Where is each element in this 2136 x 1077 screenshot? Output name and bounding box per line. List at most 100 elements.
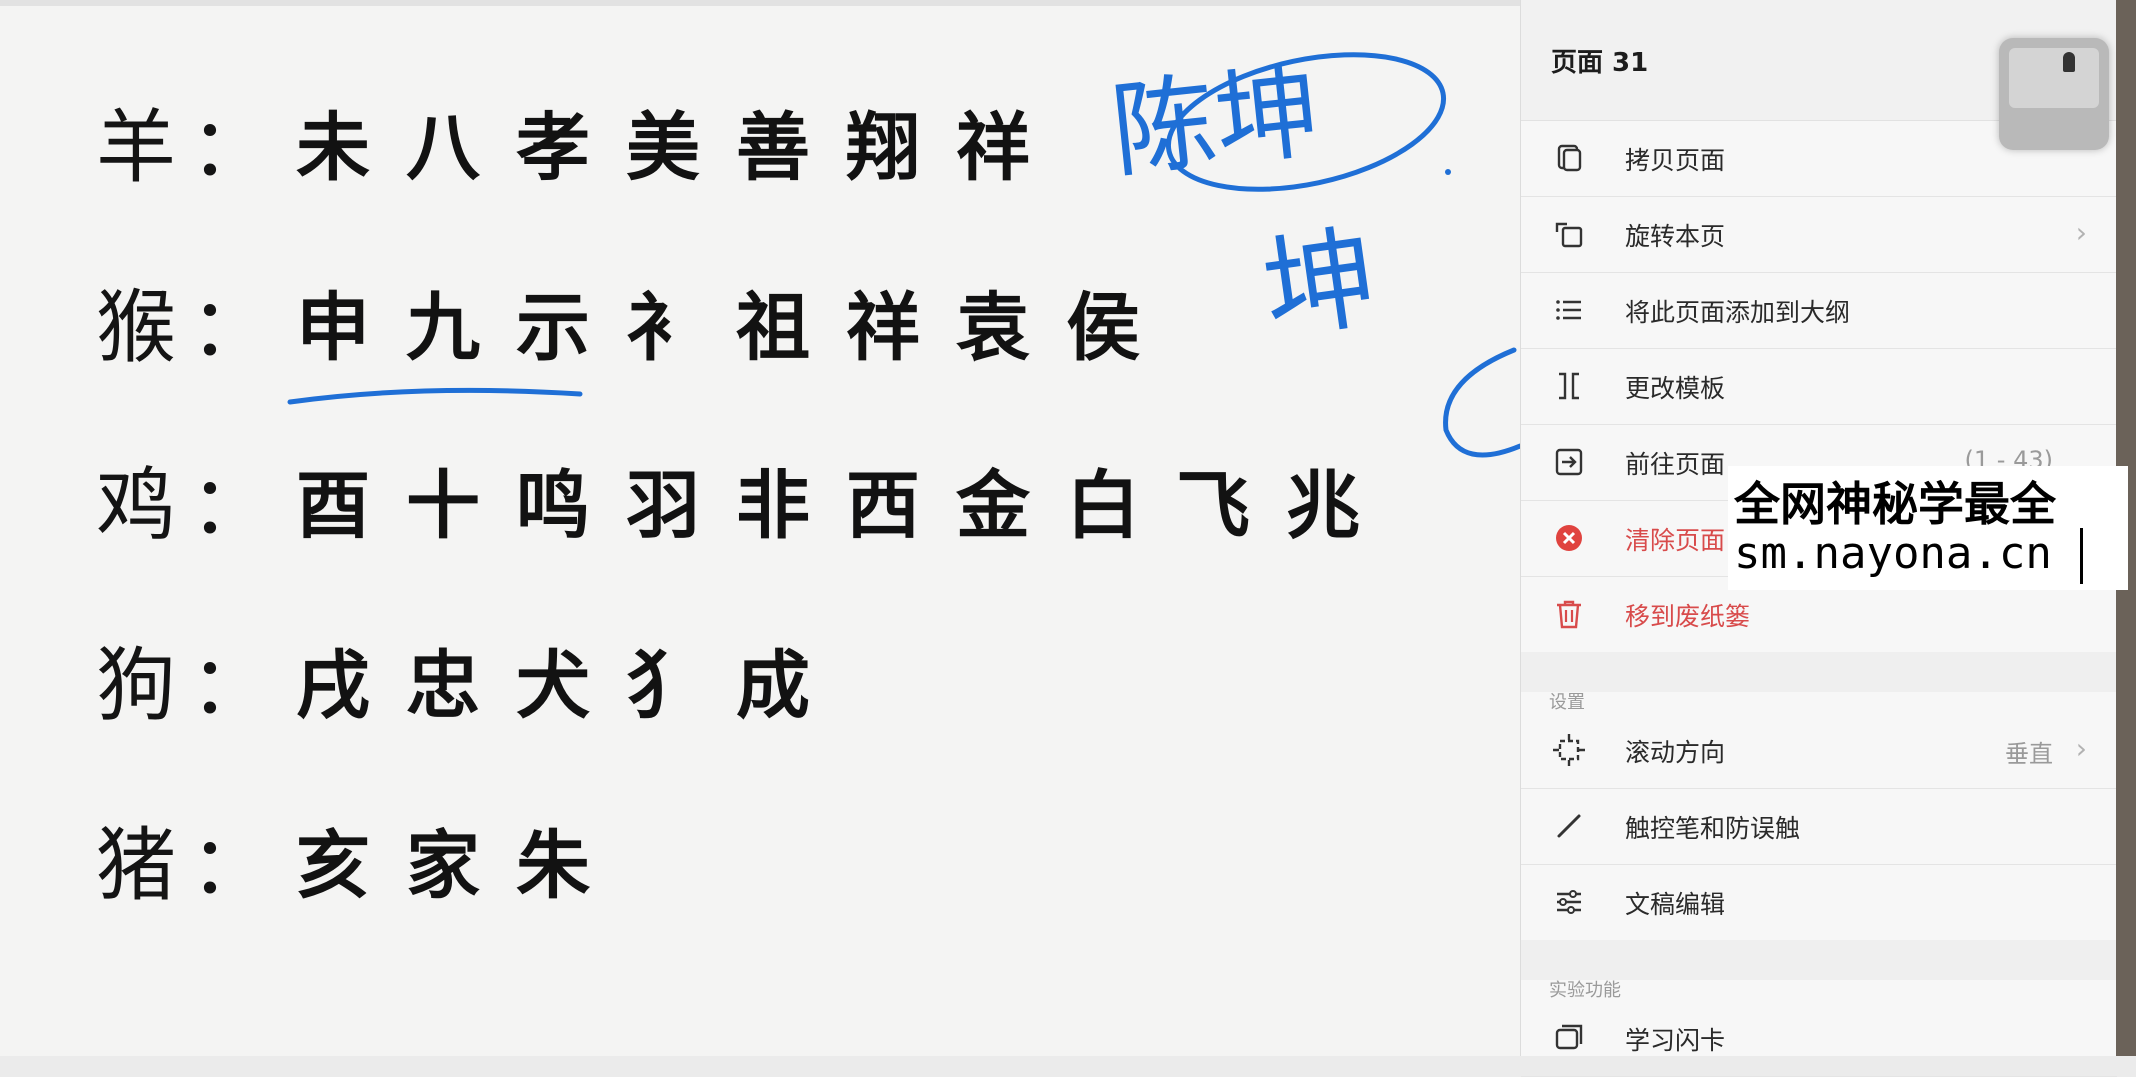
char-list: 未 八 孝 美 善 翔 祥 [296,98,1066,198]
char: 衤 [626,285,700,371]
menu-label: 旋转本页 [1625,222,1726,251]
menu-label: 更改模板 [1625,374,1726,403]
chevron-right-icon: › [2075,216,2087,249]
menu-label: 触控笔和防误触 [1625,814,1801,843]
char: 家 [406,823,480,909]
char: 成 [736,643,810,729]
colon: ： [190,819,270,912]
char: 翔 [846,105,920,191]
text-cursor [2080,528,2083,584]
ink-underline [287,387,583,405]
ink-name-line1: 陈坤 [1106,50,1326,193]
char: 金 [956,463,1030,549]
panel-header: 页面 31 [1521,0,2117,150]
trash-icon [1557,600,1581,629]
experimental-section-header [1521,940,2117,980]
menu-label: 移到废纸篓 [1625,602,1751,631]
char: 朱 [516,823,590,909]
rotate-page-icon [1555,222,1583,248]
menu-copy-page[interactable]: 拷贝页面 [1521,120,2117,197]
colon: ： [190,281,270,374]
menu-stylus-palm-rejection[interactable]: 触控笔和防误触 [1521,788,2117,865]
outline-list-icon [1556,300,1581,320]
char: 侯 [1066,285,1140,371]
watermark: 全网神秘学最全 sm.nayona.cn [1728,466,2128,590]
thumbnail-preview [2009,48,2099,108]
char: 十 [406,463,480,549]
menu-label: 文稿编辑 [1625,890,1726,919]
colon: ： [190,101,270,194]
clear-page-icon [1556,525,1582,551]
char-list: 戌 忠 犬 犭 成 [296,636,846,736]
watermark-title: 全网神秘学最全 [1734,477,2056,531]
zodiac-label: 鸡 [96,459,176,552]
scroll-direction-icon [1553,734,1585,766]
char: 祥 [956,105,1030,191]
template-icon [1559,372,1579,400]
ink-dot [1445,169,1451,175]
menu-flashcards[interactable]: 学习闪卡 [1521,1000,2117,1077]
document-edit-icon [1557,890,1581,914]
experimental-section-label: 实验功能 [1549,980,1621,1001]
zodiac-label: 狗 [96,639,176,732]
menu-rotate-page[interactable]: 旋转本页 › [1521,196,2117,273]
char: 非 [736,463,810,549]
char: 羽 [626,463,700,549]
zodiac-label: 猴 [96,281,176,374]
menu-label: 学习闪卡 [1625,1026,1726,1055]
char: 美 [626,105,700,191]
go-to-page-icon [1555,448,1583,476]
copy-page-icon [1557,144,1582,172]
char: 飞 [1176,463,1250,549]
char-list: 酉 十 鸣 羽 非 西 金 白 飞 兆 [296,456,1396,556]
settings-section-label: 设置 [1549,692,1585,713]
menu-document-edit[interactable]: 文稿编辑 [1521,864,2117,941]
note-canvas[interactable]: 羊 ： 未 八 孝 美 善 翔 祥 猴 ： 申 九 示 衤 祖 祥 袁 侯 鸡 … [0,0,1520,1056]
char: 白 [1066,463,1140,549]
menu-label: 拷贝页面 [1625,146,1726,175]
char: 犬 [516,643,590,729]
ink-name-line2: 坤 [1256,212,1385,356]
char: 未 [296,105,370,191]
char: 八 [406,105,480,191]
menu-add-to-outline[interactable]: 将此页面添加到大纲 [1521,272,2117,349]
char: 祥 [846,285,920,371]
stylus-icon [1557,814,1581,838]
menu-label: 滚动方向 [1625,738,1726,767]
menu-label: 清除页面 [1625,526,1726,555]
menu-scroll-direction[interactable]: 滚动方向 垂直 › [1521,712,2117,789]
char: 祖 [736,285,810,371]
char: 九 [406,285,480,371]
char: 西 [846,463,920,549]
char: 袁 [956,285,1030,371]
char: 戌 [296,643,370,729]
char-list: 亥 家 朱 [296,816,626,916]
page-title: 页面 31 [1551,48,1649,78]
char: 犭 [626,643,700,729]
char: 忠 [406,643,480,729]
menu-label: 将此页面添加到大纲 [1625,298,1851,327]
char: 酉 [296,463,370,549]
ink-circle [1165,52,1447,192]
settings-section-header [1521,652,2117,692]
char: 孝 [516,105,590,191]
menu-change-template[interactable]: 更改模板 [1521,348,2117,425]
char: 示 [516,285,590,371]
canvas-top-strip [0,0,1520,6]
char: 善 [736,105,810,191]
colon: ： [190,459,270,552]
ink-stroke-fragment [1443,347,1520,458]
zodiac-label: 羊 [96,101,176,194]
char: 申 [296,285,370,371]
chevron-right-icon: › [2075,732,2087,765]
char-list: 申 九 示 衤 祖 祥 袁 侯 [296,278,1176,378]
pen-icon [2063,52,2075,72]
menu-label: 前往页面 [1625,450,1726,479]
scroll-direction-value: 垂直 [2005,740,2053,768]
watermark-url: sm.nayona.cn [1734,528,2052,579]
zodiac-label: 猪 [96,819,176,912]
colon: ： [190,639,270,732]
char: 鸣 [516,463,590,549]
char: 兆 [1286,463,1360,549]
char: 亥 [296,823,370,909]
